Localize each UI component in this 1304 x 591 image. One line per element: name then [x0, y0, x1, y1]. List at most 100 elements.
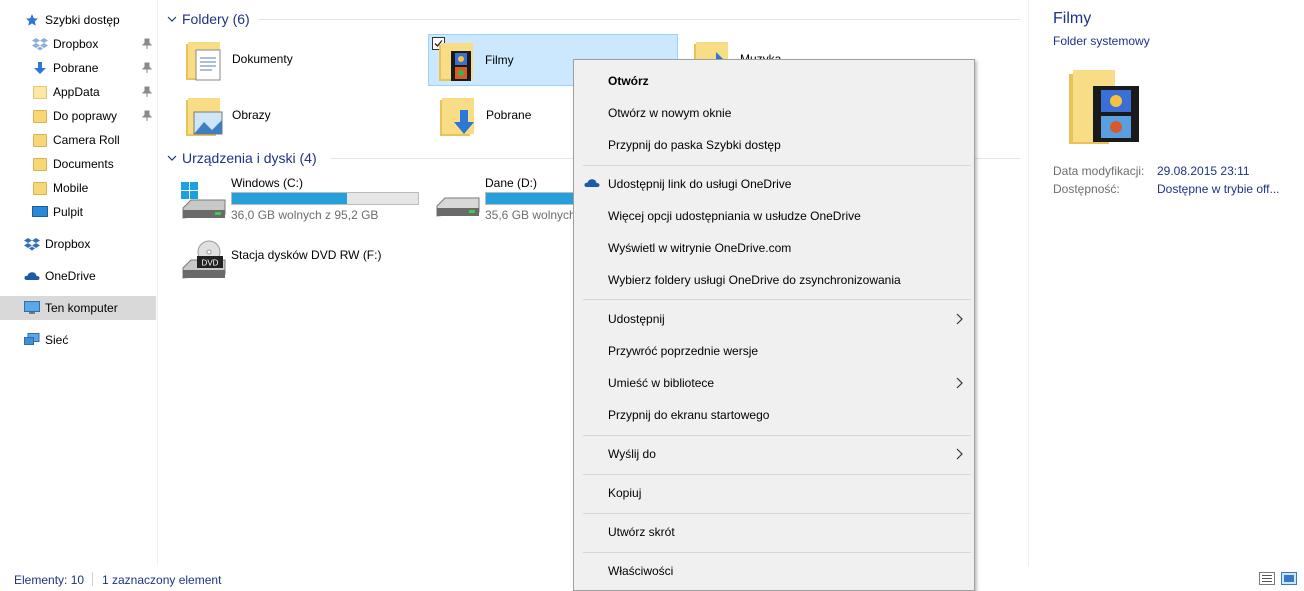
sidebar-item-onedrive[interactable]: OneDrive	[0, 264, 156, 288]
menu-item-label: Wybierz foldery usługi OneDrive do zsync…	[608, 273, 901, 287]
menu-separator	[583, 435, 971, 436]
menu-separator	[583, 474, 971, 475]
group-header-label: Foldery (6)	[182, 11, 250, 27]
menu-item-create-shortcut[interactable]: Utwórz skrót	[574, 517, 974, 547]
sidebar-item-label: Ten komputer	[45, 301, 118, 315]
group-header-label: Urządzenia i dyski (4)	[182, 150, 317, 166]
drive-tile-windows-c[interactable]: Windows (C:) 36,0 GB wolnych z 95,2 GB	[181, 176, 431, 222]
menu-item-label: Przypnij do ekranu startowego	[608, 408, 770, 422]
group-header-devices[interactable]: Urządzenia i dyski (4)	[166, 148, 317, 168]
menu-separator	[583, 552, 971, 553]
sidebar-item-pulpit[interactable]: Pulpit	[0, 200, 156, 224]
menu-item-label: Przywróć poprzednie wersje	[608, 344, 759, 358]
chevron-right-icon	[954, 312, 964, 326]
menu-item-restore-versions[interactable]: Przywróć poprzednie wersje	[574, 336, 974, 366]
menu-item-open[interactable]: Otwórz	[574, 66, 974, 96]
navigation-pane: Szybki dostęp Dropbox Pobrane AppData Do…	[0, 0, 158, 566]
sidebar-item-camera-roll[interactable]: Camera Roll	[0, 128, 156, 152]
folder-name: Pobrane	[486, 108, 532, 122]
drive-tile-dvd-f[interactable]: DVD Stacja dysków DVD RW (F:)	[181, 236, 431, 282]
folder-tile-dokumenty[interactable]: Dokumenty	[182, 34, 412, 86]
sidebar-item-network[interactable]: Sieć	[0, 328, 156, 352]
details-view-icon[interactable]	[1259, 572, 1275, 585]
pin-icon[interactable]	[141, 38, 153, 50]
details-pane: Filmy Folder systemowy Data modyfikacji:…	[1028, 0, 1304, 566]
menu-item-label: Kopiuj	[608, 486, 642, 500]
menu-item-pin-quick-access[interactable]: Przypnij do paska Szybki dostęp	[574, 130, 974, 160]
videos-folder-icon	[435, 37, 483, 85]
sidebar-item-dropbox[interactable]: Dropbox	[0, 232, 156, 256]
sidebar-item-dropbox-pinned[interactable]: Dropbox	[0, 32, 156, 56]
drive-usage-bar	[485, 192, 575, 205]
sidebar-item-label: Dropbox	[45, 237, 91, 251]
downloads-folder-icon	[436, 92, 484, 140]
menu-item-more-onedrive-sharing[interactable]: Więcej opcji udostępniania w usłudze One…	[574, 201, 974, 231]
details-availability-label: Dostępność:	[1053, 182, 1120, 196]
menu-item-properties[interactable]: Właściwości	[574, 556, 974, 586]
desktop-icon	[32, 204, 48, 220]
chevron-down-icon	[167, 155, 177, 161]
group-header-folders[interactable]: Foldery (6)	[166, 9, 250, 29]
group-divider	[258, 19, 1020, 20]
menu-item-label: Udostępnij	[608, 312, 665, 326]
folder-tile-obrazy[interactable]: Obrazy	[182, 90, 412, 142]
sidebar-item-appdata[interactable]: AppData	[0, 80, 156, 104]
drive-tile-dane-d[interactable]: Dane (D:) 35,6 GB wolnych	[435, 176, 575, 222]
menu-separator	[583, 513, 971, 514]
menu-item-send-to[interactable]: Wyślij do	[574, 439, 974, 469]
details-availability-value: Dostępne w trybie off...	[1157, 182, 1280, 196]
computer-icon	[24, 300, 40, 316]
sidebar-item-pobrane[interactable]: Pobrane	[0, 56, 156, 80]
large-icons-view-icon[interactable]	[1281, 572, 1297, 585]
menu-item-choose-onedrive-folders[interactable]: Wybierz foldery usługi OneDrive do zsync…	[574, 265, 974, 295]
drive-usage-bar	[231, 192, 419, 205]
chevron-right-icon	[954, 376, 964, 390]
menu-item-open-new-window[interactable]: Otwórz w nowym oknie	[574, 98, 974, 128]
drive-name: Windows (C:)	[231, 176, 304, 190]
sidebar-item-do-poprawy[interactable]: Do poprawy	[0, 104, 156, 128]
details-modified-value: 29.08.2015 23:11	[1157, 164, 1250, 178]
sidebar-item-label: Do poprawy	[53, 109, 118, 123]
sidebar-item-mobile[interactable]: Mobile	[0, 176, 156, 200]
sidebar-item-quick-access[interactable]: Szybki dostęp	[0, 8, 156, 32]
documents-folder-icon	[182, 36, 230, 84]
drive-free-space: 36,0 GB wolnych z 95,2 GB	[231, 208, 379, 222]
drive-name: Dane (D:)	[485, 176, 538, 190]
status-item-count: Elementy: 10	[14, 573, 85, 587]
sidebar-item-label: Mobile	[53, 181, 89, 195]
network-icon	[24, 332, 40, 348]
folder-icon	[32, 108, 48, 124]
folder-name: Filmy	[485, 53, 514, 67]
dropbox-icon	[24, 236, 40, 252]
menu-item-pin-start[interactable]: Przypnij do ekranu startowego	[574, 400, 974, 430]
pin-icon[interactable]	[141, 86, 153, 98]
onedrive-cloud-icon	[584, 177, 600, 191]
sidebar-item-label: Dropbox	[53, 37, 99, 51]
drive-name: Stacja dysków DVD RW (F:)	[231, 248, 382, 262]
videos-folder-icon	[1065, 64, 1149, 150]
sidebar-item-label: Camera Roll	[53, 133, 120, 147]
windows-drive-icon	[181, 180, 227, 222]
sidebar-item-label: Sieć	[45, 333, 69, 347]
pin-icon[interactable]	[141, 62, 153, 74]
sidebar-item-label: Documents	[53, 157, 114, 171]
menu-item-share-onedrive-link[interactable]: Udostępnij link do usługi OneDrive	[574, 169, 974, 199]
pictures-folder-icon	[182, 92, 230, 140]
menu-item-label: Utwórz skrót	[608, 525, 675, 539]
menu-item-label: Udostępnij link do usługi OneDrive	[608, 177, 792, 191]
status-divider	[92, 572, 93, 586]
menu-item-include-library[interactable]: Umieść w bibliotece	[574, 368, 974, 398]
sidebar-item-this-pc[interactable]: Ten komputer	[0, 296, 156, 320]
context-menu: Otwórz Otwórz w nowym oknie Przypnij do …	[573, 59, 975, 591]
sidebar-item-label: AppData	[53, 85, 100, 99]
pin-icon[interactable]	[141, 110, 153, 122]
menu-item-label: Więcej opcji udostępniania w usłudze One…	[608, 209, 861, 223]
menu-item-copy[interactable]: Kopiuj	[574, 478, 974, 508]
menu-item-label: Przypnij do paska Szybki dostęp	[608, 138, 781, 152]
sidebar-item-documents[interactable]: Documents	[0, 152, 156, 176]
menu-item-view-onedrive-com[interactable]: Wyświetl w witrynie OneDrive.com	[574, 233, 974, 263]
sidebar-item-label: Pobrane	[53, 61, 99, 75]
menu-item-label: Umieść w bibliotece	[608, 376, 715, 390]
menu-item-share[interactable]: Udostępnij	[574, 304, 974, 334]
folder-name: Obrazy	[232, 108, 271, 122]
